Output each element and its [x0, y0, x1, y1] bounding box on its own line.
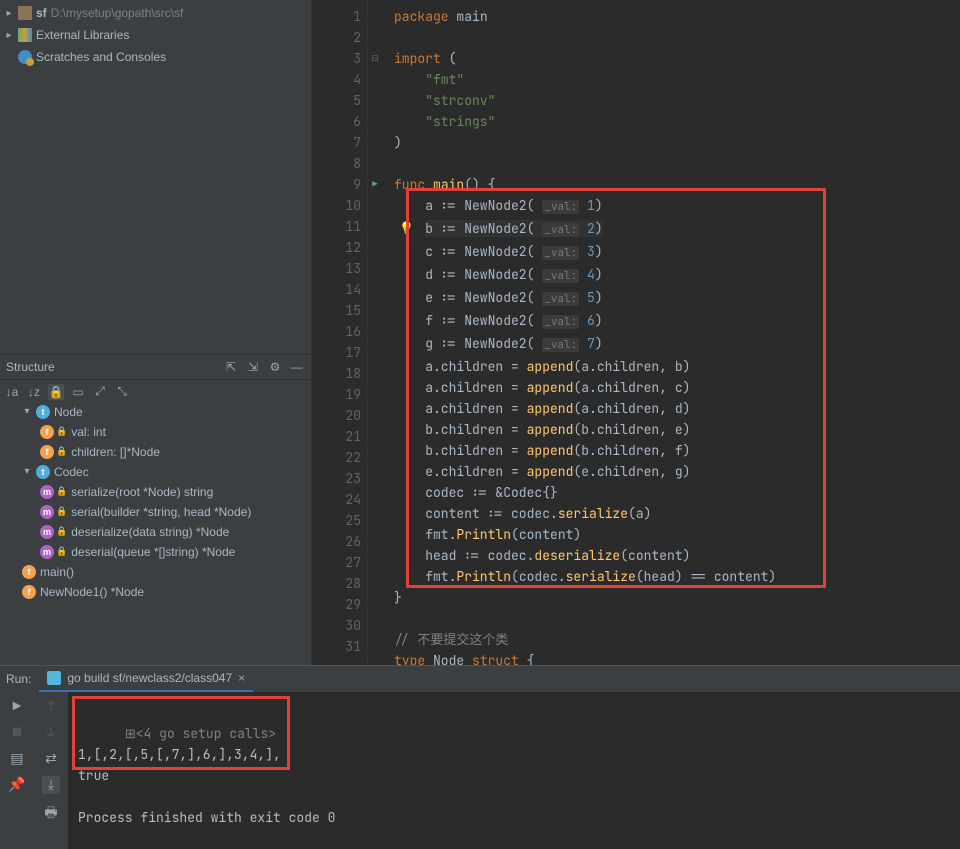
up-icon[interactable]: ↑: [42, 698, 60, 716]
down-icon[interactable]: ↓: [42, 724, 60, 742]
expand-icon[interactable]: ⇱: [223, 359, 239, 375]
structure-item[interactable]: f🔒val: int: [0, 422, 311, 442]
pin-icon[interactable]: 📌: [8, 776, 26, 794]
run-exit-line: Process finished with exit code 0: [78, 809, 335, 826]
structure-item[interactable]: ▾tNode: [0, 402, 311, 422]
run-setup-line: <4 go setup calls>: [136, 725, 276, 742]
run-tool-window: Run: go build sf/newclass2/class047 × ▶ …: [0, 665, 960, 849]
external-libraries-label: External Libraries: [36, 28, 129, 42]
run-output[interactable]: ⊞<4 go setup calls> 1,[,2,[,5,[,7,],6,],…: [68, 692, 960, 849]
libraries-icon: [18, 28, 32, 42]
minimize-icon[interactable]: —: [289, 359, 305, 375]
run-header: Run: go build sf/newclass2/class047 ×: [0, 666, 960, 692]
project-path: D:\mysetup\gopath\src\sf: [51, 6, 184, 20]
structure-item[interactable]: f🔒children: []*Node: [0, 442, 311, 462]
run-output-line-1: 1,[,2,[,5,[,7,],6,],3,4,],: [78, 746, 281, 763]
layout-icon[interactable]: ▤: [8, 750, 26, 768]
structure-item[interactable]: m🔒serialize(root *Node) string: [0, 482, 311, 502]
show-inherited-icon[interactable]: ▭: [70, 384, 86, 400]
fold-column[interactable]: ⊟ ▶: [368, 0, 382, 665]
line-number-gutter: 1 2 3 4 5 6 7 8 9 10 11 12 13 14 15 16 1…: [312, 0, 368, 665]
show-fields-icon[interactable]: 🔒: [48, 384, 64, 400]
run-config-tab[interactable]: go build sf/newclass2/class047 ×: [39, 666, 253, 692]
structure-item[interactable]: fmain(): [0, 562, 311, 582]
project-tree[interactable]: ▸ sf D:\mysetup\gopath\src\sf ▸ External…: [0, 0, 311, 68]
print-icon[interactable]: 🖶: [42, 802, 60, 826]
ide-root: ▸ sf D:\mysetup\gopath\src\sf ▸ External…: [0, 0, 960, 846]
run-label: Run:: [6, 672, 31, 686]
structure-item[interactable]: m🔒deserialize(data string) *Node: [0, 522, 311, 542]
scroll-to-end-icon[interactable]: ⤓: [42, 776, 60, 794]
structure-header: Structure ⇱ ⇲ ⚙ —: [0, 354, 311, 380]
close-icon[interactable]: ×: [238, 671, 245, 685]
expand-all-icon[interactable]: ⤢: [92, 384, 108, 400]
code-editor[interactable]: 1 2 3 4 5 6 7 8 9 10 11 12 13 14 15 16 1…: [312, 0, 960, 665]
collapse-icon[interactable]: ⇲: [245, 359, 261, 375]
run-actions-secondary: ↑ ↓ ⇄ ⤓ 🖶: [34, 692, 68, 849]
sort-alpha-icon[interactable]: ↓a: [4, 384, 20, 400]
structure-tree[interactable]: ↓a ↓z 🔒 ▭ ⤢ ⤡ ▾tNodef🔒val: intf🔒children…: [0, 380, 311, 666]
structure-item[interactable]: m🔒serial(builder *string, head *Node): [0, 502, 311, 522]
external-libraries-row[interactable]: ▸ External Libraries: [0, 24, 311, 46]
structure-filter-bar: ↓a ↓z 🔒 ▭ ⤢ ⤡: [0, 382, 311, 402]
gear-icon[interactable]: ⚙: [267, 359, 283, 375]
project-name: sf: [36, 6, 47, 20]
go-icon: [47, 671, 61, 685]
sort-type-icon[interactable]: ↓z: [26, 384, 42, 400]
soft-wrap-icon[interactable]: ⇄: [42, 750, 60, 768]
project-root-row[interactable]: ▸ sf D:\mysetup\gopath\src\sf: [0, 2, 311, 24]
stop-icon[interactable]: ■: [8, 724, 26, 742]
run-icon[interactable]: ▶: [8, 698, 26, 716]
structure-item[interactable]: fNewNode1() *Node: [0, 582, 311, 602]
structure-item[interactable]: m🔒deserial(queue *[]string) *Node: [0, 542, 311, 562]
run-tab-label: go build sf/newclass2/class047: [67, 671, 232, 685]
scratches-label: Scratches and Consoles: [36, 50, 166, 64]
scratches-icon: [18, 50, 32, 64]
chevron-right-icon[interactable]: ▸: [4, 8, 14, 19]
structure-toolbar: ⇱ ⇲ ⚙ —: [223, 359, 305, 375]
left-panel: ▸ sf D:\mysetup\gopath\src\sf ▸ External…: [0, 0, 312, 665]
run-output-line-2: true: [78, 767, 109, 784]
structure-title: Structure: [6, 360, 55, 374]
structure-item[interactable]: ▾tCodec: [0, 462, 311, 482]
scratches-row[interactable]: Scratches and Consoles: [0, 46, 311, 68]
folder-icon: [18, 6, 32, 20]
run-actions-primary: ▶ ■ ▤ 📌: [0, 692, 34, 849]
code-area[interactable]: package main import ( "fmt" "strconv" "s…: [382, 0, 960, 665]
chevron-right-icon[interactable]: ▸: [4, 30, 14, 41]
collapse-all-icon[interactable]: ⤡: [114, 384, 130, 400]
